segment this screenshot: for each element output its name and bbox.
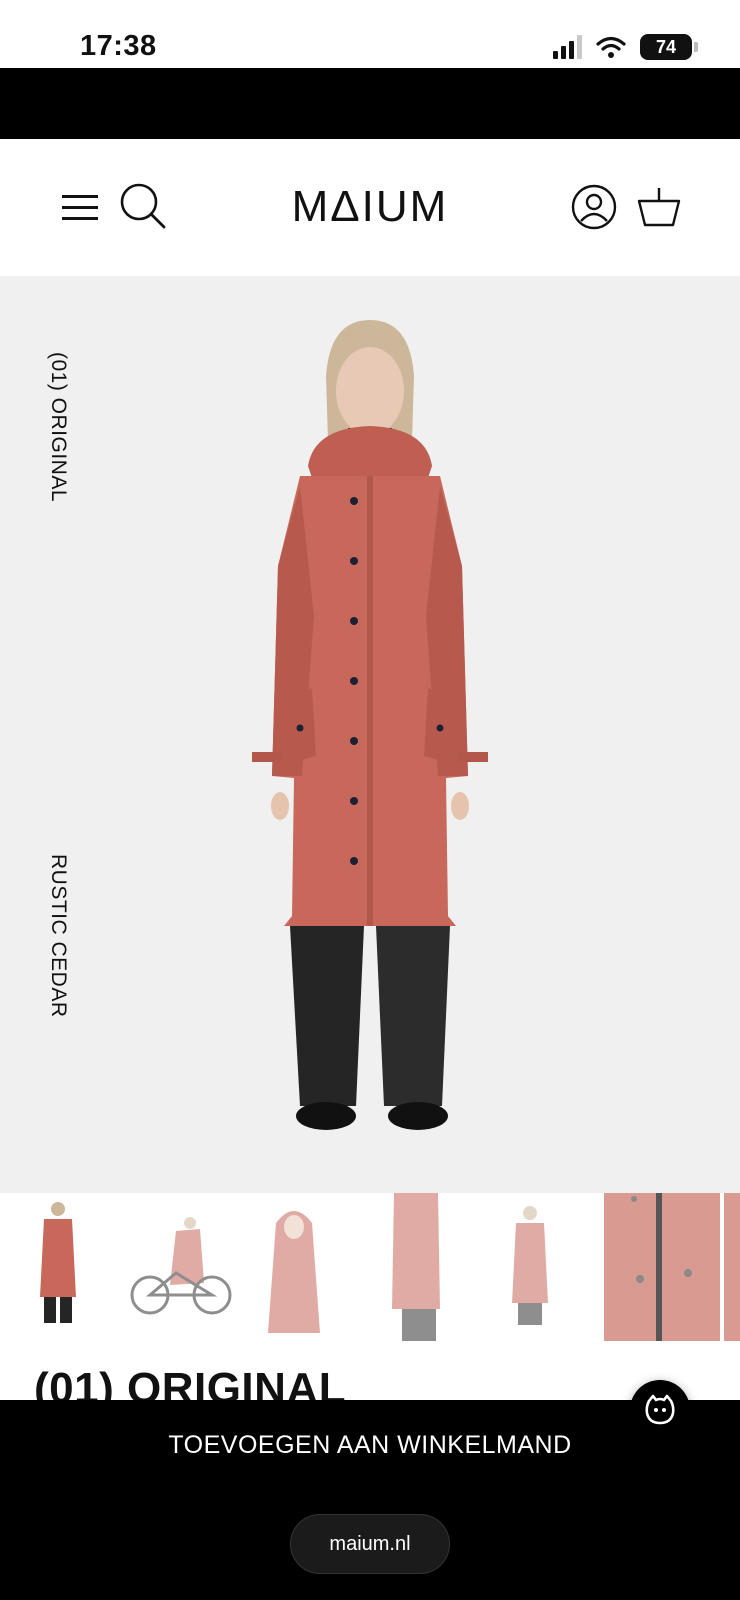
bottom-bar: TOEVOEGEN AAN WINKELMAND maium.nl [0,1400,740,1600]
basket-icon[interactable] [636,185,682,229]
collection-label: (01) ORIGINAL [47,352,70,503]
battery-icon: 74 [640,34,698,60]
search-icon[interactable] [118,181,168,231]
brand-logo[interactable]: MΔIUM [270,177,470,237]
thumbnail-side[interactable] [354,1193,470,1341]
chat-button[interactable] [630,1380,690,1440]
chat-face-icon [645,1394,675,1425]
status-bar: 17:38 74 [0,0,740,68]
top-black-band [0,68,740,139]
signal-icon [553,35,582,59]
thumbnail-back[interactable] [472,1193,588,1341]
site-header: MΔIUM [0,139,740,276]
thumbnail-hood[interactable] [236,1193,352,1341]
thumbnail-detail[interactable] [604,1193,720,1341]
thumbnail-strip [0,1193,740,1341]
color-label: RUSTIC CEDAR [47,854,70,1018]
wifi-icon [596,36,626,58]
thumbnail-partial[interactable] [724,1193,740,1341]
add-to-cart-button[interactable]: TOEVOEGEN AAN WINKELMAND [0,1400,740,1490]
thumbnail-front[interactable] [0,1193,116,1341]
status-time: 17:38 [80,30,157,62]
model-in-raincoat [252,320,488,1130]
status-icons: 74 [553,34,698,60]
account-icon[interactable] [570,183,618,231]
menu-icon[interactable] [60,191,100,223]
product-hero-image[interactable]: (01) ORIGINAL RUSTIC CEDAR [0,276,740,1193]
battery-level: 74 [655,36,677,57]
thumbnail-bicycle[interactable] [118,1193,234,1341]
browser-url-bar[interactable]: maium.nl [290,1514,450,1574]
